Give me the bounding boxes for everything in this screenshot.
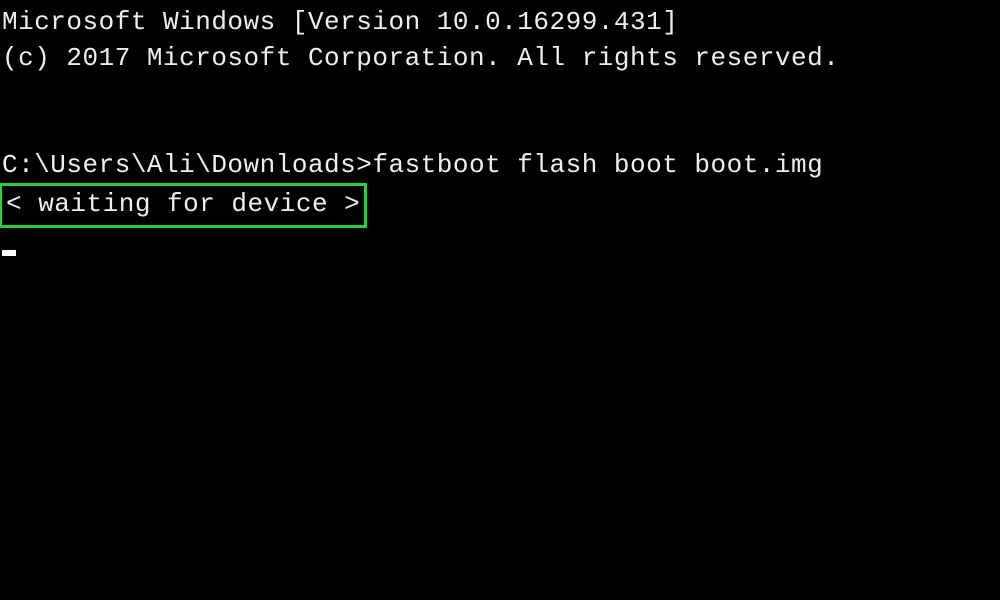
prompt-path: C:\Users\Ali\Downloads>	[2, 150, 372, 180]
copyright-line: (c) 2017 Microsoft Corporation. All righ…	[2, 40, 1000, 76]
entered-command: fastboot flash boot boot.img	[372, 150, 823, 180]
command-prompt-terminal[interactable]: Microsoft Windows [Version 10.0.16299.43…	[0, 0, 1000, 267]
cursor-line	[2, 228, 1000, 267]
text-cursor	[2, 250, 16, 256]
windows-version-line: Microsoft Windows [Version 10.0.16299.43…	[2, 4, 1000, 40]
command-line: C:\Users\Ali\Downloads>fastboot flash bo…	[2, 147, 1000, 183]
output-line-container: < waiting for device >	[2, 183, 1000, 227]
waiting-for-device-highlight: < waiting for device >	[0, 183, 367, 227]
